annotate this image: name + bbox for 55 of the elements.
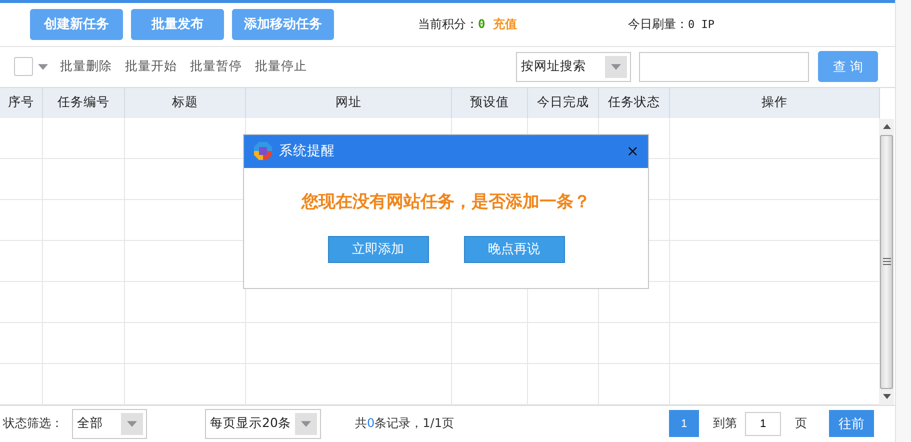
column-header: 标题: [125, 88, 246, 118]
page-unit-label: 页: [795, 415, 808, 432]
today-label: 今日刷量：: [628, 16, 688, 33]
goto-label: 到第: [713, 415, 738, 432]
batch-action-link[interactable]: 批量暂停: [190, 58, 242, 76]
dialog-button[interactable]: 晚点再说: [464, 236, 564, 263]
points-value: 0: [478, 17, 486, 32]
column-header: 序号: [0, 88, 43, 118]
filter-label: 状态筛选：: [3, 415, 63, 432]
points-label: 当前积分：: [418, 16, 478, 33]
batch-action-link[interactable]: 批量删除: [60, 58, 112, 76]
dialog-message: 您现在没有网站任务，是否添加一条？: [300, 190, 592, 213]
page-button[interactable]: 1: [669, 410, 700, 438]
status-filter-dropdown[interactable]: 全部: [72, 408, 147, 439]
table-cell: [0, 282, 43, 323]
task-button[interactable]: 添加移动任务: [232, 8, 334, 40]
search-field[interactable]: [639, 52, 810, 82]
table-cell: [599, 322, 670, 364]
scrollbar-thumb[interactable]: [880, 134, 894, 389]
task-button[interactable]: 批量发布: [131, 8, 224, 40]
table-cell: [0, 118, 43, 159]
column-header: 操作: [670, 88, 880, 118]
page-size-dropdown[interactable]: 每页显示20条: [205, 408, 321, 439]
table-cell: [0, 158, 43, 200]
go-button[interactable]: 往前: [829, 410, 874, 438]
dialog-title: 系统提醒: [279, 142, 336, 160]
select-all-checkbox[interactable]: [14, 57, 33, 76]
column-header: 任务编号: [43, 88, 125, 118]
table-cell: [0, 240, 43, 282]
table-cell: [528, 322, 599, 364]
grip-icon: [882, 258, 891, 266]
query-button[interactable]: 查 询: [818, 51, 878, 82]
caret-icon: [301, 420, 311, 427]
column-header: 网址: [246, 88, 452, 118]
scroll-down-icon[interactable]: [882, 394, 891, 400]
page-number-field[interactable]: 1: [745, 412, 782, 436]
app-logo-icon: [253, 141, 273, 162]
table-cell: [0, 200, 43, 241]
record-count: 共0条记录，1/1页: [355, 415, 454, 432]
batch-action-link[interactable]: 批量停止: [255, 58, 307, 76]
column-header: 任务状态: [599, 88, 670, 118]
caret-icon: [611, 64, 622, 70]
search-type-dropdown[interactable]: 按网址搜索: [516, 52, 632, 82]
scrollbar[interactable]: [879, 118, 894, 405]
caret-icon: [38, 64, 48, 70]
dialog-button[interactable]: 立即添加: [328, 236, 428, 263]
today-value: 0 IP: [688, 18, 714, 31]
column-header: 预设值: [452, 88, 528, 118]
task-button[interactable]: 创建新任务: [30, 8, 123, 40]
table-cell: [0, 322, 43, 364]
batch-action-link[interactable]: 批量开始: [125, 58, 177, 76]
close-icon[interactable]: ×: [626, 142, 639, 160]
caret-icon: [127, 420, 137, 427]
column-header: 今日完成: [528, 88, 599, 118]
scroll-up-icon[interactable]: [882, 124, 891, 130]
